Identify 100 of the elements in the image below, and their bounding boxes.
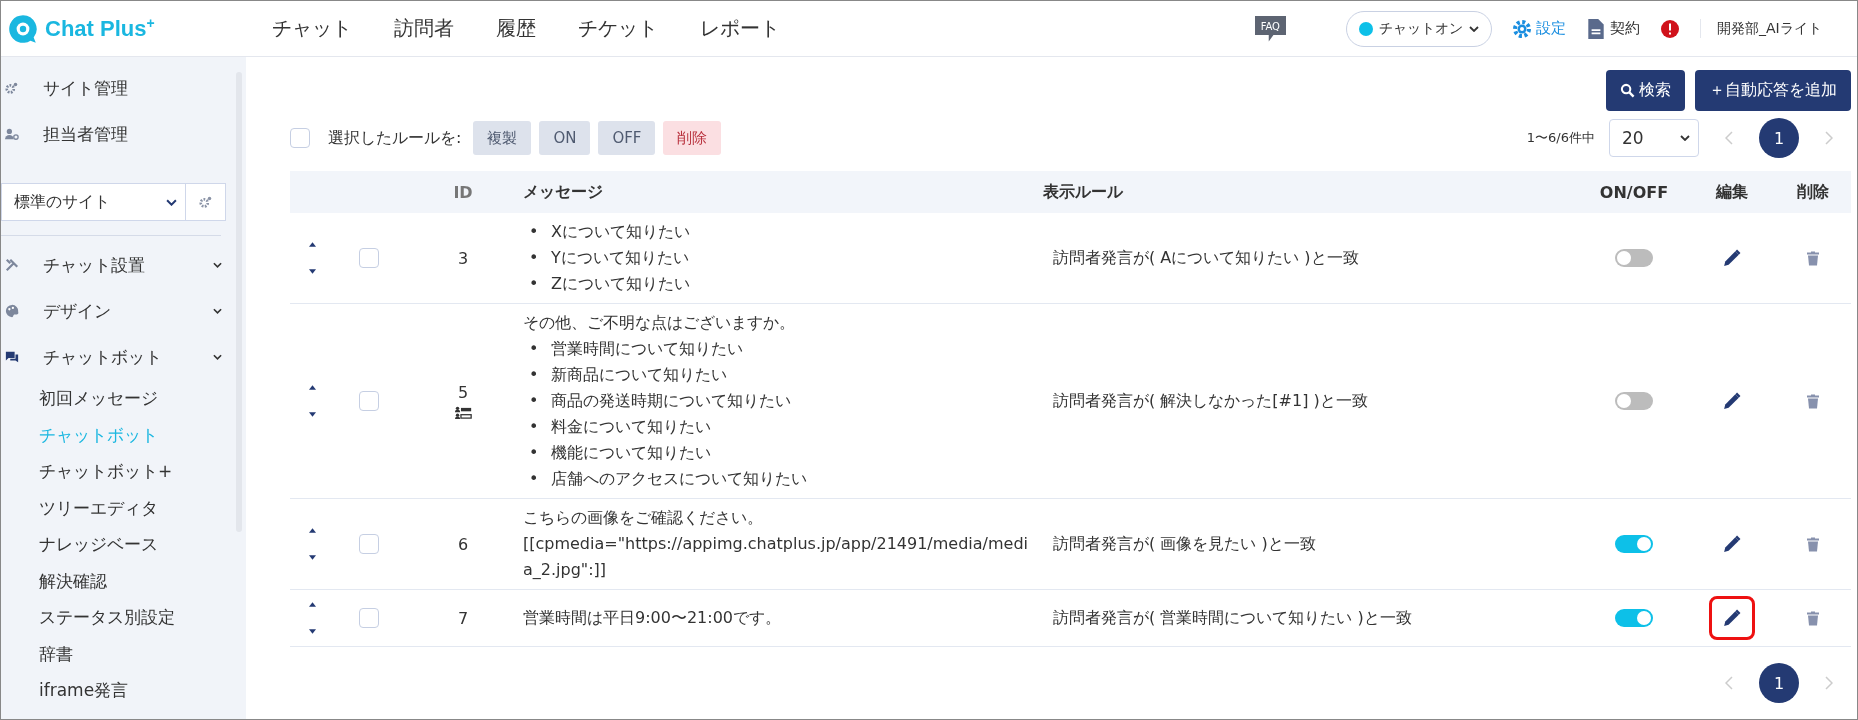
nav-link[interactable]: チケット — [578, 15, 658, 42]
nav-link[interactable]: 訪問者 — [394, 15, 454, 42]
pencil-icon — [1722, 535, 1741, 553]
next-page-icon[interactable] — [1825, 131, 1833, 145]
pencil-icon — [1722, 609, 1741, 627]
sidebar-subitem[interactable]: iframe発言 — [1, 672, 246, 709]
column-header: メッセージ — [523, 181, 604, 203]
document-icon — [1586, 17, 1606, 40]
move-down-icon[interactable] — [309, 269, 316, 274]
sidebar-subitem[interactable]: 解決確認 — [1, 562, 246, 599]
bullet-marker: • — [529, 247, 540, 269]
sidebar-subitem[interactable]: ナレッジベース — [1, 526, 246, 563]
user-gear-icon — [5, 127, 19, 141]
bullet-marker: • — [529, 338, 540, 360]
rule-text: 訪問者発言が( 画像を見たい )と一致 — [1053, 533, 1316, 553]
message-text: 営業時間は平日9:00〜21:00です。 — [523, 607, 783, 629]
bullet-marker: • — [529, 221, 540, 243]
row-checkbox[interactable] — [359, 391, 379, 411]
bullet-marker: • — [529, 416, 540, 438]
select-all-checkbox[interactable] — [290, 128, 310, 148]
move-up-icon[interactable] — [309, 602, 316, 607]
move-up-icon[interactable] — [309, 528, 316, 533]
toggle-switch[interactable] — [1615, 392, 1653, 410]
sidebar-subitem[interactable]: チャットボット+ — [1, 453, 246, 490]
message-option: Zについて知りたい — [551, 271, 690, 297]
row-checkbox[interactable] — [359, 248, 379, 268]
message-option: 店舗へのアクセスについて知りたい — [551, 466, 807, 492]
bullet-marker: • — [529, 390, 540, 412]
row-checkbox[interactable] — [359, 534, 379, 554]
nav-link[interactable]: チャット — [272, 15, 352, 42]
chat-status-dropdown[interactable]: チャットオン — [1346, 10, 1492, 47]
bulk-action-label: 選択したルールを: — [328, 127, 462, 149]
sidebar-item[interactable]: サイト管理 — [1, 65, 246, 111]
rule-text: 訪問者発言が( Aについて知りたい )と一致 — [1053, 247, 1359, 267]
message-text: こちらの画像をご確認ください。 [[cpmedia="https://appimg.chatplus.jp/app/21491/media/media_2.jpg":]] — [523, 507, 1029, 581]
search-icon — [1620, 83, 1635, 98]
settings-link[interactable]: 設定 — [1512, 17, 1566, 40]
pencil-icon — [1722, 392, 1741, 410]
bullet-marker: • — [529, 364, 540, 386]
previous-page-icon[interactable] — [1725, 131, 1733, 145]
alert-icon[interactable] — [1660, 18, 1680, 39]
move-down-icon[interactable] — [309, 629, 316, 634]
rule-text: 訪問者発言が( 営業時間について知りたい )と一致 — [1053, 607, 1412, 627]
sidebar-item[interactable]: 担当者管理 — [1, 111, 246, 157]
previous-page-icon[interactable] — [1725, 676, 1733, 690]
toggle-switch[interactable] — [1615, 249, 1653, 267]
caret-icon — [1469, 25, 1479, 32]
toggle-switch[interactable] — [1615, 535, 1653, 553]
caret-icon — [166, 198, 177, 206]
chat-bubble-icon — [7, 12, 39, 45]
site-select[interactable]: 標準のサイト — [1, 183, 186, 221]
palette-icon — [5, 304, 19, 318]
tools-icon — [5, 258, 19, 272]
nav-link[interactable]: 履歴 — [496, 15, 536, 42]
faq-button[interactable]: FAQ — [1254, 15, 1286, 42]
trash-icon[interactable] — [1806, 536, 1819, 552]
account-menu[interactable]: 開発部_AIライト — [1700, 19, 1837, 38]
id-cell: 5 — [457, 382, 469, 402]
next-page-icon[interactable] — [1825, 676, 1833, 690]
pencil-icon — [1722, 249, 1741, 267]
page-button[interactable]: 1 — [1759, 663, 1799, 703]
message-option: 営業時間について知りたい — [551, 336, 743, 362]
message-option: 料金について知りたい — [551, 414, 711, 440]
search-button[interactable]: 検索 — [1606, 70, 1685, 111]
sidebar-subitem[interactable]: ステータス別設定 — [1, 599, 246, 636]
row-checkbox[interactable] — [359, 608, 379, 628]
message-option: 機能について知りたい — [551, 440, 711, 466]
sidebar-subitem[interactable]: ツリーエディタ — [1, 489, 246, 526]
sidebar-subitem[interactable]: 初回メッセージ — [1, 380, 246, 417]
nav-link[interactable]: レポート — [700, 15, 780, 42]
gears-icon — [5, 81, 19, 95]
message-option: 商品の発送時期について知りたい — [551, 388, 791, 414]
move-up-icon[interactable] — [309, 385, 316, 390]
sidebar-section[interactable]: チャット設置 — [1, 242, 246, 288]
rule-text: 訪問者発言が( 解決しなかった[#1] )と一致 — [1053, 390, 1368, 410]
column-header: ID — [452, 182, 474, 202]
site-settings-button[interactable] — [186, 183, 226, 221]
sidebar-section[interactable]: デザイン — [1, 288, 246, 334]
sidebar-subitem[interactable]: 辞書 — [1, 635, 246, 672]
toggle-switch[interactable] — [1615, 609, 1653, 627]
message-option: 新商品について知りたい — [551, 362, 727, 388]
message-option: Xについて知りたい — [551, 219, 690, 245]
trash-icon[interactable] — [1806, 250, 1819, 266]
bullet-marker: • — [529, 273, 540, 295]
move-down-icon[interactable] — [309, 555, 316, 560]
message-option: Yについて知りたい — [551, 245, 689, 271]
column-header: 削除 — [1795, 181, 1830, 203]
caret-icon — [1680, 135, 1690, 141]
message-text: その他、ご不明な点はございますか。 — [523, 312, 796, 334]
edit-button[interactable] — [1708, 596, 1755, 640]
contract-link[interactable]: 契約 — [1586, 17, 1640, 40]
move-up-icon[interactable] — [309, 242, 316, 247]
page-button[interactable]: 1 — [1759, 118, 1799, 158]
result-count: 1〜6/6件中 — [1526, 129, 1595, 147]
page-size-select[interactable]: 20 — [1609, 119, 1699, 157]
move-down-icon[interactable] — [309, 412, 316, 417]
trash-icon[interactable] — [1806, 610, 1819, 626]
sidebar-section[interactable]: チャットボット — [1, 334, 246, 380]
add-rule-button[interactable]: ＋自動応答を追加 — [1695, 70, 1851, 111]
trash-icon[interactable] — [1806, 393, 1819, 409]
